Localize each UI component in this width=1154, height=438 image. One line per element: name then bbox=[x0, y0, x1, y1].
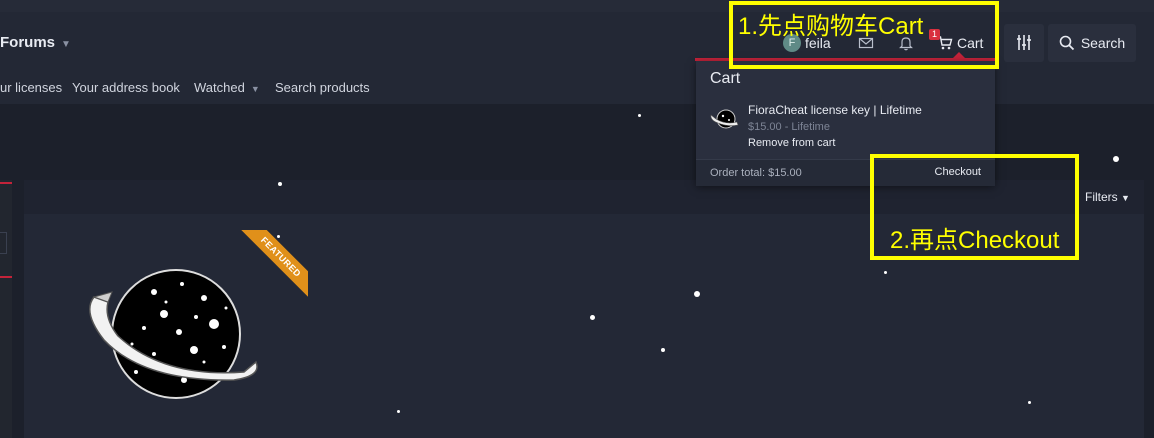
left-sidebar-edge bbox=[0, 180, 12, 438]
subnav-item-address-book[interactable]: Your address book bbox=[72, 80, 180, 95]
cart-item-price: $15.00 - Lifetime bbox=[748, 121, 830, 133]
star-decoration bbox=[661, 348, 665, 352]
forums-label: Forums bbox=[0, 34, 56, 51]
subnav-watched-label: Watched bbox=[194, 80, 245, 95]
sidebar-accent bbox=[0, 182, 12, 184]
annotation-step1: 1.先点购物车Cart bbox=[738, 13, 924, 40]
subnav-item-licenses[interactable]: ur licenses bbox=[0, 80, 62, 95]
order-total: Order total: $15.00 bbox=[710, 167, 802, 179]
search-icon bbox=[1059, 35, 1074, 51]
subnav-item-search-products[interactable]: Search products bbox=[275, 80, 370, 95]
featured-label: FEATURED bbox=[238, 230, 308, 300]
star-decoration bbox=[694, 291, 700, 297]
caret-down-icon: ▼ bbox=[1121, 193, 1130, 203]
star-decoration bbox=[278, 182, 282, 186]
cart-item-name[interactable]: FioraCheat license key | Lifetime bbox=[748, 103, 922, 117]
sidebar-accent bbox=[0, 276, 12, 278]
search-label: Search bbox=[1080, 35, 1126, 51]
planet-logo bbox=[89, 269, 258, 399]
star-decoration bbox=[638, 114, 641, 117]
subnav-item-watched[interactable]: Watched ▼ bbox=[194, 80, 260, 95]
cart-popup-title: Cart bbox=[710, 70, 741, 87]
sidebar-input-edge[interactable] bbox=[0, 232, 7, 254]
forums-nav-item[interactable]: Forums ▼ bbox=[0, 34, 71, 51]
filters-dropdown[interactable]: Filters ▼ bbox=[1085, 190, 1130, 204]
filter-settings-button[interactable] bbox=[1004, 24, 1044, 62]
product-thumbnail[interactable] bbox=[710, 108, 740, 130]
caret-down-icon: ▼ bbox=[61, 39, 71, 50]
star-decoration bbox=[277, 235, 280, 238]
search-button[interactable]: Search bbox=[1048, 24, 1136, 62]
sliders-icon bbox=[1017, 35, 1031, 50]
remove-from-cart-link[interactable]: Remove from cart bbox=[748, 137, 835, 149]
star-decoration bbox=[884, 271, 887, 274]
featured-ribbon: FEATURED bbox=[238, 230, 308, 300]
star-decoration bbox=[1028, 401, 1031, 404]
star-decoration bbox=[590, 315, 595, 320]
annotation-step2: 2.再点Checkout bbox=[890, 227, 1060, 254]
star-decoration bbox=[397, 410, 400, 413]
caret-down-icon: ▼ bbox=[250, 84, 260, 94]
star-decoration bbox=[1113, 156, 1119, 162]
filters-label: Filters bbox=[1085, 190, 1118, 204]
